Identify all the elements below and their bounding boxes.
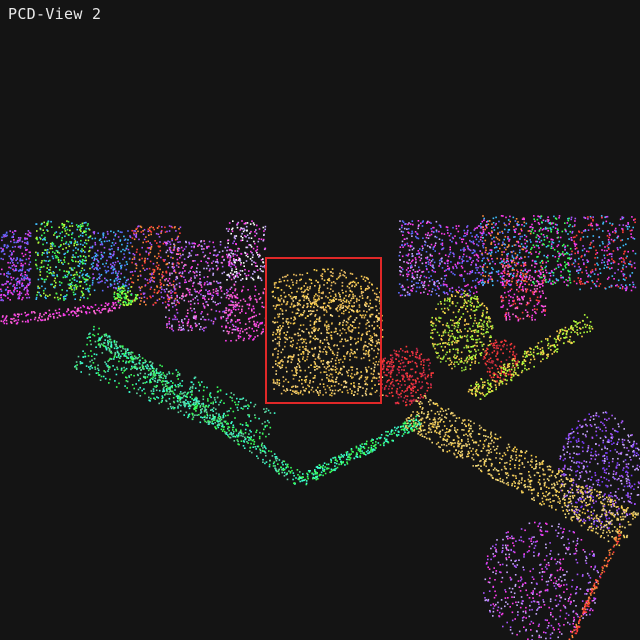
point-cloud-viewport[interactable]: PCD-View 2: [0, 0, 640, 640]
buildings-left: [0, 220, 267, 342]
window-title: PCD-View 2: [8, 5, 102, 23]
buildings-right: [398, 215, 637, 322]
selection-box[interactable]: [265, 257, 382, 404]
